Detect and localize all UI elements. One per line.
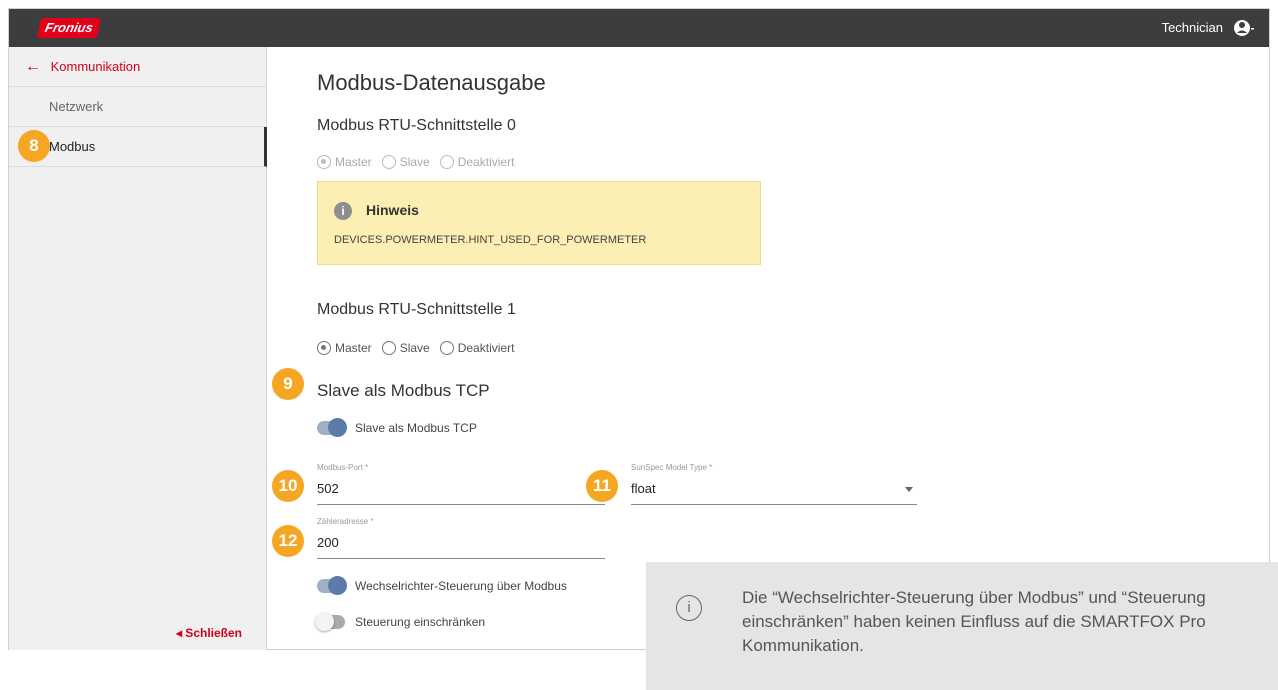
user-name[interactable]: Technician: [1162, 20, 1223, 35]
sidebar-item-label: Modbus: [49, 139, 96, 154]
field-value: float: [631, 481, 656, 496]
callout-badge-10: 10: [272, 470, 304, 502]
back-to-kommunikation[interactable]: ← Kommunikation: [9, 47, 267, 87]
radio-unchecked-icon: [381, 341, 396, 355]
rtu1-master-radio[interactable]: Master: [317, 341, 372, 355]
tcp-toggle-switch[interactable]: [317, 418, 347, 437]
app-window: Fronius Technician ← Kommunikation Netzw…: [8, 8, 1270, 650]
inverter-control-toggle-switch[interactable]: [317, 576, 347, 595]
fronius-logo: Fronius: [36, 18, 102, 38]
hint-title: Hinweis: [366, 202, 419, 218]
sunspec-model-select[interactable]: SunSpec Model Type * float: [631, 463, 917, 505]
tcp-heading: Slave als Modbus TCP: [317, 381, 490, 400]
rtu0-master-radio[interactable]: Master: [317, 155, 372, 169]
rtu1-radio-group: Master Slave Deaktiviert: [317, 341, 514, 355]
callout-badge-11: 11: [586, 470, 618, 502]
user-account-icon[interactable]: [1233, 18, 1255, 38]
field-label: Modbus-Port *: [317, 463, 369, 472]
tcp-toggle-row[interactable]: Slave als Modbus TCP: [317, 418, 477, 437]
radio-unchecked-icon: [439, 341, 454, 355]
hint-text: DEVICES.POWERMETER.HINT_USED_FOR_POWERME…: [334, 234, 647, 246]
rtu1-heading: Modbus RTU-Schnittstelle 1: [317, 301, 516, 318]
radio-unchecked-icon: [381, 155, 396, 169]
rtu0-radio-group: Master Slave Deaktiviert: [317, 155, 514, 169]
main-content: Modbus-Datenausgabe Modbus RTU-Schnittst…: [267, 47, 1269, 649]
info-icon: i: [334, 202, 352, 220]
close-link[interactable]: ◂ Schließen: [176, 626, 242, 640]
hint-box: i Hinweis DEVICES.POWERMETER.HINT_USED_F…: [317, 181, 761, 265]
rtu0-slave-radio[interactable]: Slave: [381, 155, 430, 169]
restrict-control-toggle-switch[interactable]: [315, 612, 345, 631]
dropdown-arrow-icon: [905, 487, 913, 492]
field-label: Zähleradresse *: [317, 517, 374, 526]
page-title: Modbus-Datenausgabe: [317, 70, 546, 95]
info-icon: i: [676, 595, 702, 621]
meter-address-field[interactable]: Zähleradresse * 200: [317, 517, 605, 559]
rtu1-slave-radio[interactable]: Slave: [381, 341, 430, 355]
radio-unchecked-icon: [439, 155, 454, 169]
field-value: 200: [317, 535, 339, 550]
rtu0-disabled-radio[interactable]: Deaktiviert: [439, 155, 514, 169]
callout-badge-9: 9: [272, 368, 304, 400]
note-text: Die “Wechselrichter-Steuerung über Modbu…: [742, 588, 1206, 655]
toggle-label: Steuerung einschränken: [355, 615, 486, 629]
field-value: 502: [317, 481, 339, 496]
top-bar: Fronius Technician: [9, 9, 1269, 47]
restrict-control-toggle-row[interactable]: Steuerung einschränken: [315, 612, 486, 631]
radio-checked-icon: [317, 341, 331, 355]
arrow-left-icon: ←: [25, 58, 41, 75]
radio-checked-icon: [317, 155, 331, 169]
toggle-label: Slave als Modbus TCP: [355, 421, 477, 435]
info-note-box: i Die “Wechselrichter-Steuerung über Mod…: [646, 562, 1278, 690]
rtu0-heading: Modbus RTU-Schnittstelle 0: [317, 117, 516, 134]
callout-badge-12: 12: [272, 525, 304, 557]
toggle-label: Wechselrichter-Steuerung über Modbus: [355, 579, 567, 593]
inverter-control-toggle-row[interactable]: Wechselrichter-Steuerung über Modbus: [317, 576, 567, 595]
back-label: Kommunikation: [50, 59, 141, 74]
field-label: SunSpec Model Type *: [631, 463, 713, 472]
modbus-port-field[interactable]: Modbus-Port * 502: [317, 463, 605, 505]
callout-badge-8: 8: [18, 130, 50, 162]
rtu1-disabled-radio[interactable]: Deaktiviert: [439, 341, 514, 355]
sidebar-item-netzwerk[interactable]: Netzwerk: [9, 87, 267, 127]
sidebar-item-label: Netzwerk: [49, 99, 104, 114]
